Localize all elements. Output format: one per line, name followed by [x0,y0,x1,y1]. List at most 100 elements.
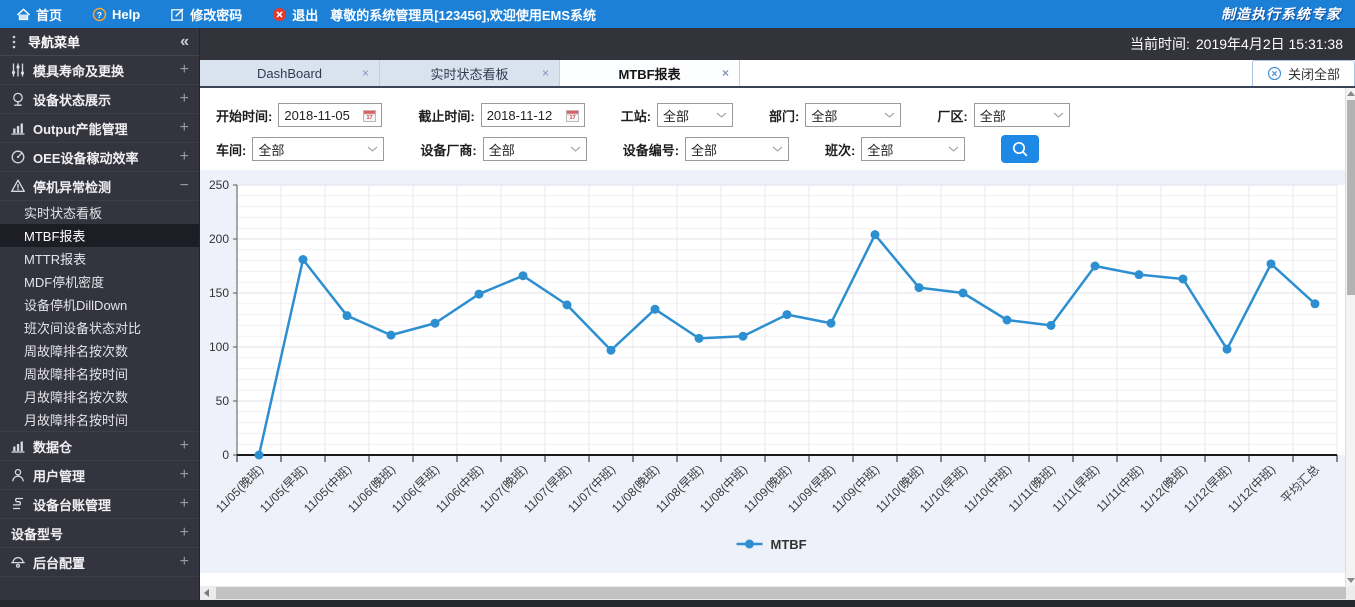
vertical-scrollbar[interactable] [1345,88,1355,586]
sidebar-subitem-5[interactable]: 班次间设备状态对比 [0,316,199,339]
expand-toggle-icon[interactable]: + [180,467,189,483]
chevron-down-icon [716,112,727,119]
sidebar-item-label: 设备状态展示 [33,92,112,108]
chevron-down-icon [772,146,783,153]
logout-icon [272,7,287,22]
filter-row-2: 车间: 全部 设备厂商: 全部 设备编号: 全部 班次: 全部 [216,134,1345,164]
sidebar-item-device-ledger[interactable]: 设备台账管理 + [0,490,199,519]
tab-close-icon[interactable]: × [362,66,369,80]
expand-toggle-icon[interactable]: + [180,149,189,165]
field-value: 全部 [691,142,718,158]
sidebar-item-output-capacity[interactable]: Output产能管理 + [0,114,199,143]
field-value: 2018-11-05 [284,107,350,123]
data-point [1178,274,1188,284]
sidebar-item-device-status[interactable]: 设备状态展示 + [0,85,199,114]
data-point [254,450,264,460]
expand-toggle-icon[interactable]: + [180,91,189,107]
end-time-input[interactable]: 2018-11-12 17 [480,103,585,127]
sidebar-subitem-9[interactable]: 月故障排名按时间 [0,408,199,431]
sidebar-item-data-warehouse[interactable]: 数据仓 + [0,432,199,461]
data-point [914,283,924,293]
sidebar-subitem-2[interactable]: MTTR报表 [0,247,199,270]
sidebar-item-user-mgmt[interactable]: 用户管理 + [0,461,199,490]
expand-toggle-icon[interactable]: + [180,496,189,512]
chart-area: 0 50 100 150 200 250 11/05(晚班) 11/05(早班) 11/05(中… [200,170,1345,573]
expand-toggle-icon[interactable]: + [180,554,189,570]
tab-2[interactable]: MTBF报表 × [560,60,740,86]
tab-0[interactable]: DashBoard × [200,60,380,86]
start-time-input[interactable]: 2018-11-05 17 [278,103,383,127]
device-no-select[interactable]: 全部 [685,137,790,161]
warning-triangle-icon [10,178,27,194]
filter-field-vendor: 设备厂商: 全部 [420,137,587,161]
vertical-scroll-thumb[interactable] [1347,100,1355,295]
sidebar-subitem-7[interactable]: 周故障排名按时间 [0,362,199,385]
calendar-icon: 17 [363,109,377,122]
data-point [650,304,660,314]
sidebar-subitem-1[interactable]: MTBF报表 [0,224,199,247]
data-point [782,310,792,320]
y-tick-label: 200 [209,232,229,246]
expand-toggle-icon[interactable]: + [180,120,189,136]
help-button[interactable]: ? Help [92,7,140,22]
scroll-down-arrow[interactable] [1347,578,1355,583]
sidebar-item-device-model[interactable]: 设备型号 + [0,519,199,548]
field-value: 全部 [867,142,894,158]
tab-close-icon[interactable]: × [542,66,549,80]
data-point [1222,344,1232,354]
calendar-icon: 17 [565,109,579,122]
sidebar-subitem-0[interactable]: 实时状态看板 [0,201,199,224]
expand-toggle-icon[interactable]: + [180,438,189,454]
legend: MTBF [736,537,807,552]
legend-label: MTBF [771,537,807,552]
sidebar: 导航菜单 « 模具寿命及更换 + 设备状态展示 + Output产能管理 + OEE设备稼动… [0,28,200,600]
greeting-text: 尊敬的系统管理员[123456],欢迎使用EMS系统 [330,7,597,23]
change-password-button[interactable]: 修改密码 [170,5,242,24]
svg-text:?: ? [97,9,102,19]
sidebar-subitem-8[interactable]: 月故障排名按次数 [0,385,199,408]
home-button[interactable]: 首页 [16,5,62,24]
filter-field-station: 工站: 全部 [621,103,734,127]
data-point [386,330,396,340]
data-point [1002,315,1012,325]
scroll-up-arrow[interactable] [1347,91,1355,96]
close-circle-icon [1267,66,1282,81]
close-all-button[interactable]: 关闭全部 [1251,60,1355,86]
station-select[interactable]: 全部 [657,103,734,127]
shift-select[interactable]: 全部 [861,137,966,161]
tab-close-icon[interactable]: × [722,66,729,80]
gauge-icon [10,149,27,165]
data-point [1310,299,1320,309]
sidebar-subitem-3[interactable]: MDF停机密度 [0,270,199,293]
display-icon [10,91,27,107]
data-point [1046,320,1056,330]
workshop-select[interactable]: 全部 [252,137,385,161]
filter-label-shift: 班次: [825,142,856,158]
expand-toggle-icon[interactable]: + [180,62,189,78]
collapse-sidebar-button[interactable]: « [180,33,189,51]
data-point [518,271,528,281]
sidebar-subitem-label: MTTR报表 [24,252,87,267]
vendor-select[interactable]: 全部 [482,137,587,161]
logout-button[interactable]: 退出 [272,5,318,24]
bar-chart-icon [10,120,27,136]
scroll-left-arrow[interactable] [204,589,209,597]
expand-toggle-icon[interactable]: − [180,178,189,194]
horizontal-scrollbar[interactable] [200,586,1355,600]
sidebar-subitem-label: 班次间设备状态对比 [24,321,142,336]
department-select[interactable]: 全部 [805,103,902,127]
sidebar-subitem-6[interactable]: 周故障排名按次数 [0,339,199,362]
sidebar-item-backend-config[interactable]: 后台配置 + [0,548,199,577]
sidebar-item-mold-life[interactable]: 模具寿命及更换 + [0,56,199,85]
sidebar-item-oee[interactable]: OEE设备稼动效率 + [0,143,199,172]
search-button[interactable] [1001,135,1040,163]
sidebar-item-downtime-detect[interactable]: 停机异常检测 − [0,172,199,201]
data-point [694,333,704,343]
expand-toggle-icon[interactable]: + [180,525,189,541]
tab-1[interactable]: 实时状态看板 × [380,60,560,86]
factory-area-select[interactable]: 全部 [973,103,1070,127]
x-tick-label: 平均汇总 [1278,462,1322,506]
sidebar-item-label: 后台配置 [33,555,86,571]
horizontal-scroll-thumb[interactable] [216,587,1346,599]
sidebar-subitem-4[interactable]: 设备停机DillDown [0,293,199,316]
